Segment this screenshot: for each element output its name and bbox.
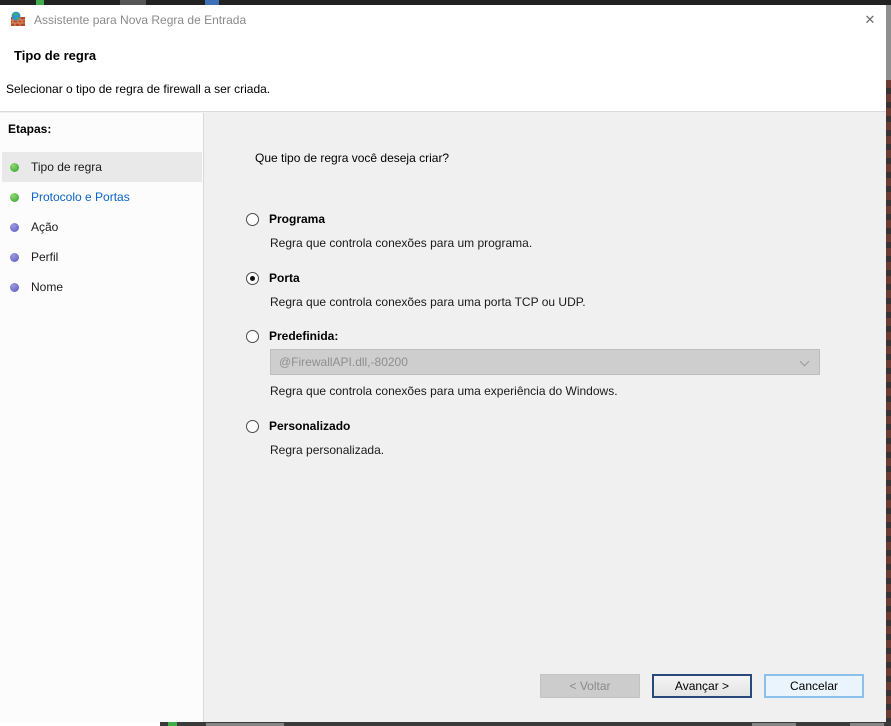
screen: Assistente para Nova Regra de Entrada ✕ … [0, 0, 891, 726]
step-status-bullet-icon [10, 192, 19, 202]
background-window-bottom-edge [0, 722, 891, 726]
radio-button-icon[interactable] [246, 419, 259, 433]
step-status-bullet-icon [10, 252, 19, 262]
firewall-icon [11, 11, 25, 26]
cancel-button[interactable]: Cancelar [764, 674, 864, 698]
steps-heading: Etapas: [8, 122, 52, 136]
option-porta: Porta Regra que controla conexões para u… [246, 271, 846, 309]
radio-button-selected-icon[interactable] [246, 271, 259, 285]
option-description: Regra que controla conexões para uma exp… [270, 384, 618, 398]
step-status-bullet-icon [10, 222, 19, 232]
option-description: Regra que controla conexões para uma por… [270, 295, 586, 309]
background-strip [160, 722, 891, 726]
option-description: Regra que controla conexões para um prog… [270, 236, 533, 250]
option-description: Regra personalizada. [270, 443, 385, 457]
radio-button-icon[interactable] [246, 212, 259, 226]
background-strip [886, 80, 891, 722]
sidebar-step-nome: Nome [2, 272, 202, 302]
radio-predefinida[interactable]: Predefinida: [246, 329, 846, 343]
sidebar-step-tipo-de-regra: Tipo de regra [2, 152, 202, 182]
option-label[interactable]: Programa [269, 212, 325, 226]
step-label: Nome [31, 280, 64, 294]
option-personalizado: Personalizado Regra personalizada. [246, 419, 846, 457]
page-title: Tipo de regra [14, 48, 97, 63]
step-label: Tipo de regra [31, 160, 102, 174]
sidebar-step-protocolo-e-portas: Protocolo e Portas [2, 182, 202, 212]
radio-button-icon[interactable] [246, 329, 259, 343]
predefined-rule-dropdown: @FirewallAPI.dll,-80200 [270, 349, 820, 375]
step-label: Perfil [31, 250, 59, 264]
option-label[interactable]: Porta [269, 271, 300, 285]
new-inbound-rule-wizard-dialog: Assistente para Nova Regra de Entrada ✕ … [0, 5, 886, 722]
dropdown-value: @FirewallAPI.dll,-80200 [279, 355, 408, 369]
background-pixel [168, 722, 177, 726]
step-label: Protocolo e Portas [31, 190, 130, 204]
back-button: < Voltar [540, 674, 640, 698]
sidebar-step-perfil: Perfil [2, 242, 202, 272]
wizard-content: Que tipo de regra você deseja criar? Pro… [205, 113, 886, 722]
option-label[interactable]: Predefinida: [269, 329, 338, 343]
wizard-header: Tipo de regra Selecionar o tipo de regra… [0, 34, 886, 112]
option-predefinida: Predefinida: @FirewallAPI.dll,-80200 Reg… [246, 329, 846, 398]
sidebar-step-acao: Ação [2, 212, 202, 242]
title-bar: Assistente para Nova Regra de Entrada ✕ [0, 5, 886, 34]
radio-programa[interactable]: Programa [246, 212, 846, 226]
question-text: Que tipo de regra você deseja criar? [255, 151, 450, 165]
page-subtitle: Selecionar o tipo de regra de firewall a… [6, 82, 271, 96]
close-icon[interactable]: ✕ [860, 11, 880, 29]
window-title: Assistente para Nova Regra de Entrada [34, 13, 247, 27]
step-status-bullet-icon [10, 282, 19, 292]
option-programa: Programa Regra que controla conexões par… [246, 212, 846, 250]
option-label[interactable]: Personalizado [269, 419, 350, 433]
step-status-bullet-icon [10, 162, 19, 172]
chevron-down-icon [799, 356, 810, 367]
background-window-right-edge [886, 5, 891, 722]
radio-personalizado[interactable]: Personalizado [246, 419, 846, 433]
radio-porta[interactable]: Porta [246, 271, 846, 285]
steps-sidebar: Etapas: Tipo de regra Protocolo e Portas… [0, 113, 204, 722]
step-label: Ação [31, 220, 59, 234]
next-button[interactable]: Avançar > [652, 674, 752, 698]
